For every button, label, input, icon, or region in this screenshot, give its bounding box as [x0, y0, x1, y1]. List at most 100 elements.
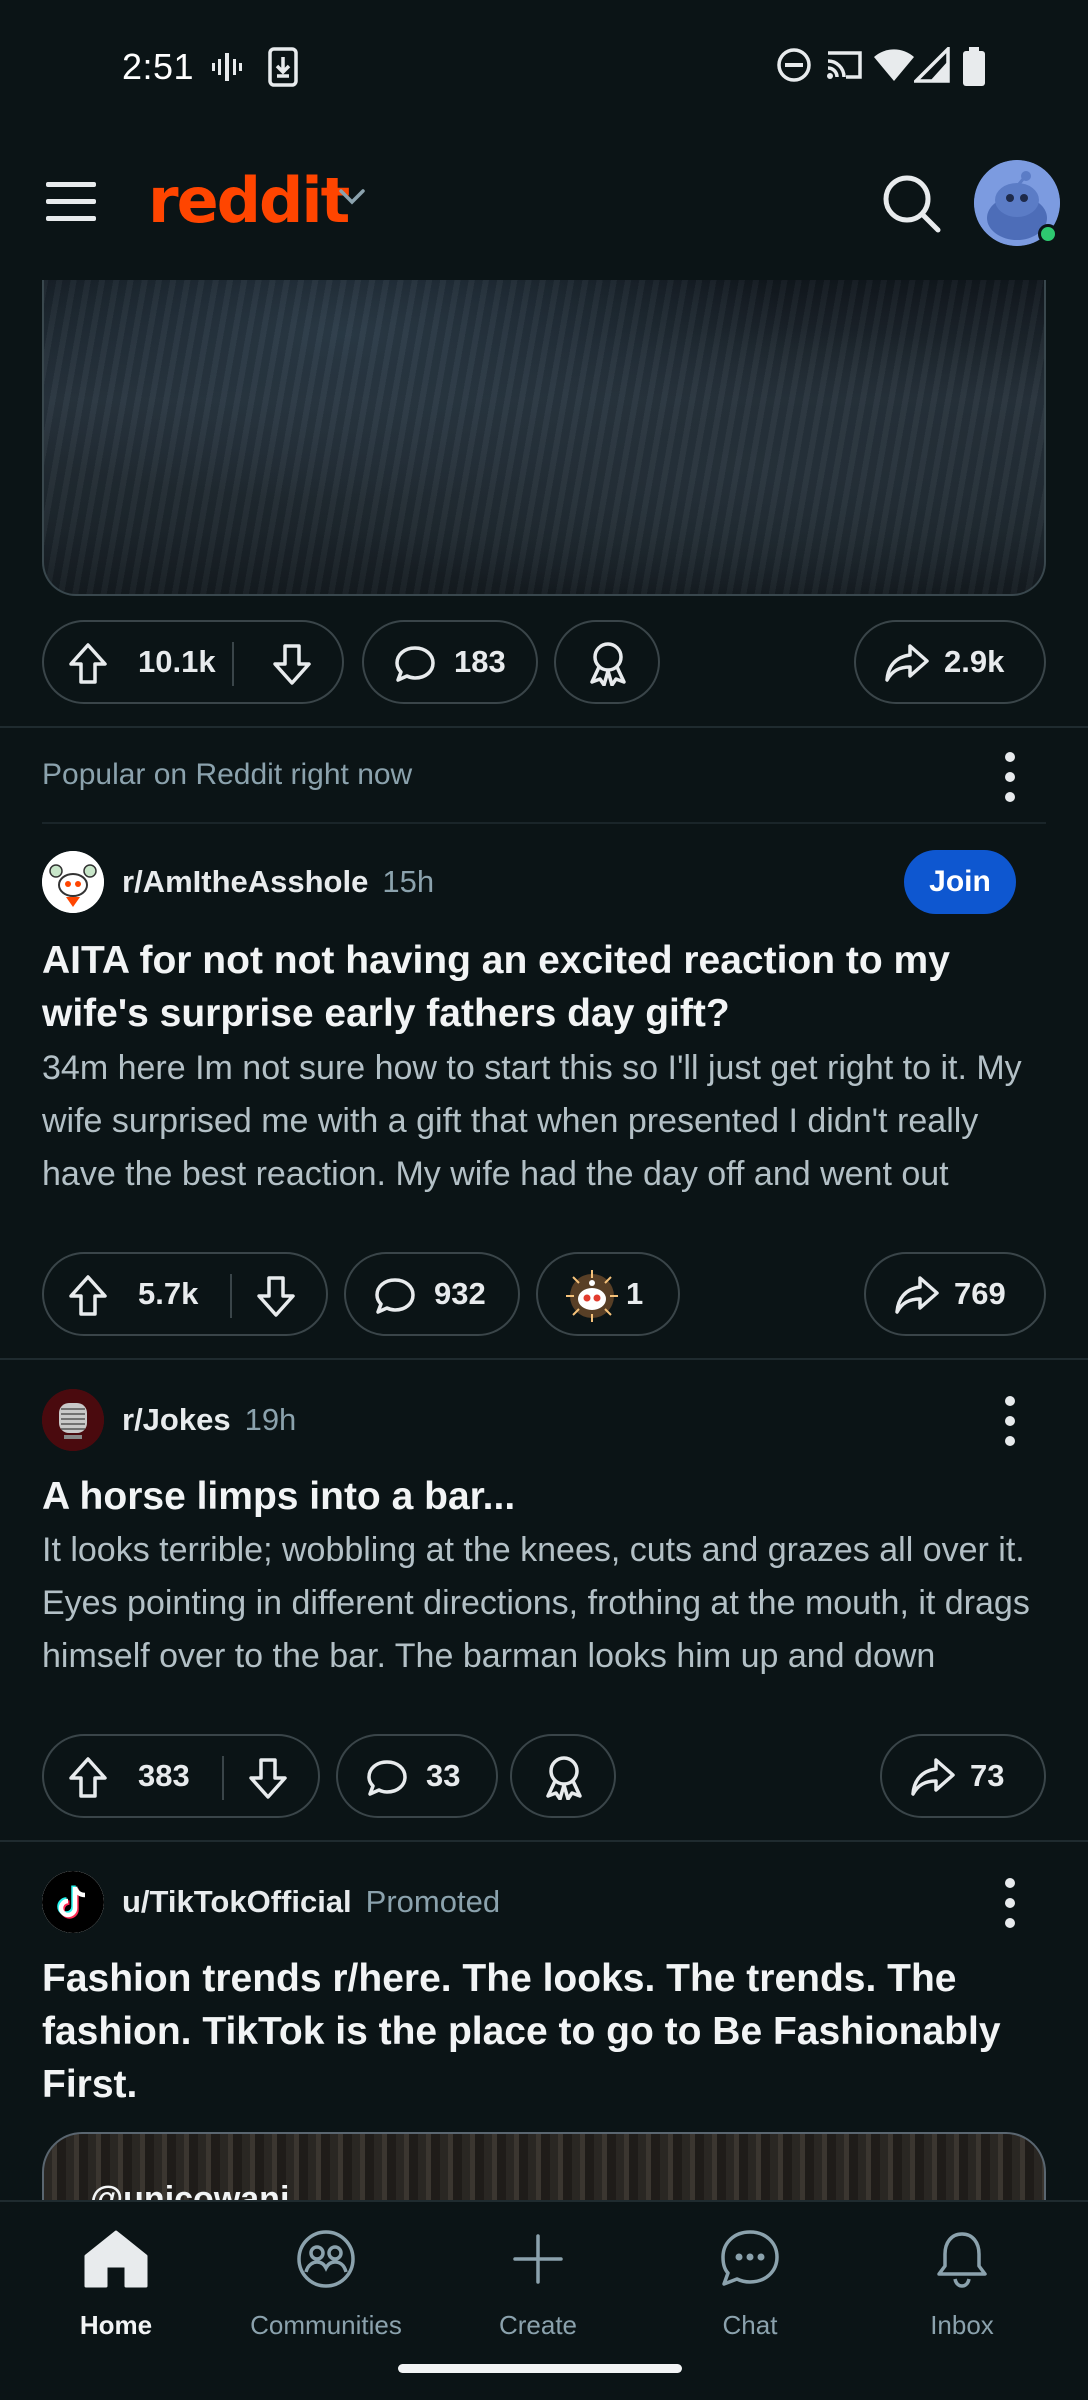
comments-button[interactable]: 33	[336, 1734, 498, 1818]
comment-count: 33	[426, 1758, 461, 1793]
comment-icon	[395, 646, 435, 682]
nav-communities-label: Communities	[250, 2310, 402, 2340]
comment-count: 183	[454, 644, 506, 679]
downvote-icon[interactable]	[256, 1274, 296, 1318]
upvote-count: 5.7k	[138, 1276, 199, 1311]
upvote-icon[interactable]	[68, 1274, 108, 1318]
bell-icon	[937, 2232, 987, 2288]
post-header: r/AmItheAsshole 15h	[42, 850, 434, 914]
comment-count: 932	[434, 1276, 486, 1311]
award-icon	[590, 642, 626, 686]
vote-pill: 5.7k	[42, 1252, 328, 1336]
aita-snoo-icon	[42, 851, 104, 913]
popular-section-label: Popular on Reddit right now	[42, 758, 413, 791]
post-divider	[0, 726, 1088, 728]
downvote-icon[interactable]	[272, 642, 312, 686]
more-options-icon[interactable]	[1004, 752, 1016, 802]
status-bar: 2:51	[0, 0, 1088, 130]
gesture-home-bar[interactable]	[398, 2364, 682, 2373]
post-divider	[0, 1358, 1088, 1360]
award-button[interactable]	[554, 620, 660, 704]
tiktok-logo-icon	[42, 1871, 104, 1933]
post-action-bar: 383 33 73	[42, 1734, 1046, 1818]
feed[interactable]: 10.1k 183 2.9k Popular on Reddit right n…	[0, 280, 1088, 2200]
download-icon	[268, 47, 298, 87]
award-count: 1	[626, 1276, 644, 1311]
join-button[interactable]: Join	[904, 850, 1016, 914]
post-media-video[interactable]	[42, 280, 1046, 596]
share-button[interactable]: 2.9k	[854, 620, 1046, 704]
post-time: 19h	[244, 1402, 297, 1437]
nav-create[interactable]: Create	[438, 2202, 638, 2352]
media-handle: @unicowani	[90, 2180, 290, 2200]
dnd-icon	[777, 48, 811, 82]
award-button[interactable]: 1	[536, 1252, 680, 1336]
post-divider	[0, 1840, 1088, 1842]
status-time: 2:51	[122, 46, 195, 87]
share-icon	[911, 1758, 955, 1796]
upvote-icon[interactable]	[68, 642, 108, 686]
post-header: r/Jokes 19h	[42, 1388, 296, 1452]
home-icon	[84, 2230, 148, 2288]
communities-icon	[297, 2230, 355, 2288]
upvote-icon[interactable]	[68, 1756, 108, 1800]
vibrate-icon	[212, 53, 242, 81]
award-icon	[546, 1756, 582, 1800]
post-action-bar: 5.7k 932 1 769	[42, 1252, 1046, 1336]
subreddit-name[interactable]: r/AmItheAsshole	[122, 864, 368, 900]
post-title[interactable]: AITA for not not having an excited react…	[42, 934, 1042, 1040]
nav-inbox[interactable]: Inbox	[862, 2202, 1062, 2352]
battery-icon	[963, 47, 985, 86]
post-title[interactable]: Fashion trends r/here. The looks. The tr…	[42, 1952, 1042, 2111]
author-name[interactable]: u/TikTokOfficial	[122, 1884, 352, 1920]
chat-icon	[721, 2230, 779, 2286]
share-button[interactable]: 73	[880, 1734, 1046, 1818]
nav-chat[interactable]: Chat	[650, 2202, 850, 2352]
post-body[interactable]: It looks terrible; wobbling at the knees…	[42, 1524, 1052, 1683]
upvote-count: 10.1k	[138, 644, 216, 679]
microphone-icon	[42, 1389, 104, 1451]
downvote-icon[interactable]	[248, 1756, 288, 1800]
plus-icon	[513, 2234, 563, 2284]
promoted-media[interactable]: @unicowani	[42, 2132, 1046, 2200]
cast-icon	[827, 51, 862, 79]
post-title[interactable]: A horse limps into a bar...	[42, 1470, 1042, 1523]
promoted-label: Promoted	[365, 1884, 501, 1919]
award-snoo-icon	[566, 1270, 618, 1322]
post-header: u/TikTokOfficial Promoted	[42, 1870, 500, 1934]
upvote-count: 383	[138, 1758, 190, 1793]
app-bar: reddit	[0, 130, 1088, 280]
post-body[interactable]: 34m here Im not sure how to start this s…	[42, 1042, 1052, 1201]
online-status-dot	[1038, 224, 1058, 244]
chevron-down-icon[interactable]	[338, 188, 366, 206]
comments-button[interactable]: 932	[344, 1252, 520, 1336]
subreddit-icon[interactable]	[42, 1389, 104, 1451]
comments-button[interactable]: 183	[362, 620, 538, 704]
nav-communities[interactable]: Communities	[226, 2202, 426, 2352]
vote-pill: 383	[42, 1734, 320, 1818]
wifi-icon	[874, 49, 914, 81]
nav-home[interactable]: Home	[16, 2202, 216, 2352]
signal-icon	[914, 47, 950, 83]
menu-icon[interactable]	[46, 182, 96, 222]
nav-inbox-label: Inbox	[930, 2310, 994, 2340]
search-icon[interactable]	[880, 172, 944, 236]
reddit-logo[interactable]: reddit	[148, 164, 350, 237]
post-action-bar: 10.1k 183 2.9k	[42, 620, 1046, 704]
share-icon	[895, 1276, 939, 1314]
vote-pill: 10.1k	[42, 620, 344, 704]
share-button[interactable]: 769	[864, 1252, 1046, 1336]
comment-icon	[367, 1760, 407, 1796]
nav-home-label: Home	[79, 2310, 153, 2340]
nav-chat-label: Chat	[722, 2310, 778, 2340]
more-options-icon[interactable]	[1004, 1396, 1016, 1446]
subreddit-icon[interactable]	[42, 851, 104, 913]
section-divider	[42, 822, 1046, 824]
tiktok-avatar[interactable]	[42, 1871, 104, 1933]
nav-create-label: Create	[498, 2310, 578, 2340]
subreddit-name[interactable]: r/Jokes	[122, 1402, 231, 1438]
share-count: 769	[954, 1276, 1006, 1311]
more-options-icon[interactable]	[1004, 1878, 1016, 1928]
post-time: 15h	[382, 864, 435, 899]
award-button[interactable]	[510, 1734, 616, 1818]
